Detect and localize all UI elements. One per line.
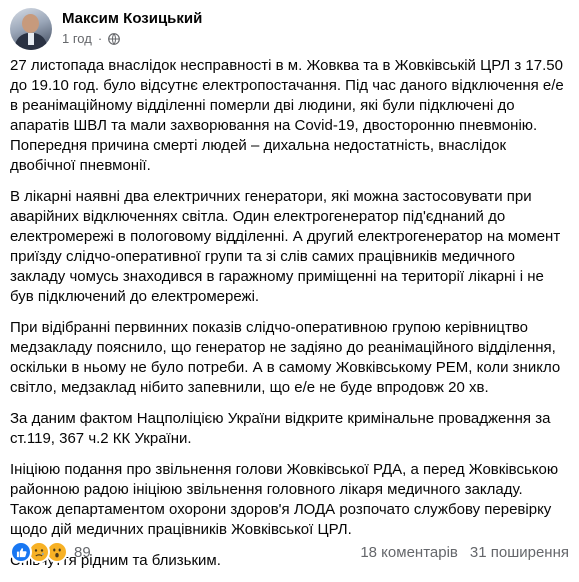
- post-footer: 89 18 коментарів 31 поширення: [10, 540, 569, 564]
- post-meta: Максим Козицький 1 год ·: [62, 8, 202, 47]
- avatar-head: [22, 14, 39, 33]
- comments-count[interactable]: 18 коментарів: [360, 544, 458, 561]
- post-paragraph: При відібранні первинних показів слідчо-…: [10, 319, 561, 396]
- post-paragraph: За даним фактом Нацполіцією України відк…: [10, 410, 551, 447]
- like-icon: [10, 541, 32, 563]
- author-name[interactable]: Максим Козицький: [62, 10, 202, 28]
- post-paragraph: 27 листопада внаслідок несправності в м.…: [10, 57, 564, 174]
- post-paragraph: Ініціюю подання про звільнення голови Жо…: [10, 461, 559, 538]
- post-timestamp[interactable]: 1 год: [62, 31, 92, 47]
- separator-dot: ·: [97, 31, 103, 46]
- shares-count[interactable]: 31 поширення: [470, 544, 569, 561]
- globe-icon[interactable]: [108, 33, 121, 45]
- post-paragraph: В лікарні наявні два електричних генерат…: [10, 188, 561, 305]
- avatar-shirt: [28, 33, 34, 45]
- reaction-count: 89: [74, 543, 91, 561]
- post-header: Максим Козицький 1 год ·: [10, 8, 202, 52]
- reactions-summary[interactable]: 89: [10, 541, 91, 563]
- post-stats: 18 коментарів 31 поширення: [360, 544, 569, 561]
- post-subline: 1 год ·: [62, 31, 202, 47]
- avatar[interactable]: [10, 8, 52, 50]
- post-body: 27 листопада внаслідок несправності в м.…: [10, 56, 569, 582]
